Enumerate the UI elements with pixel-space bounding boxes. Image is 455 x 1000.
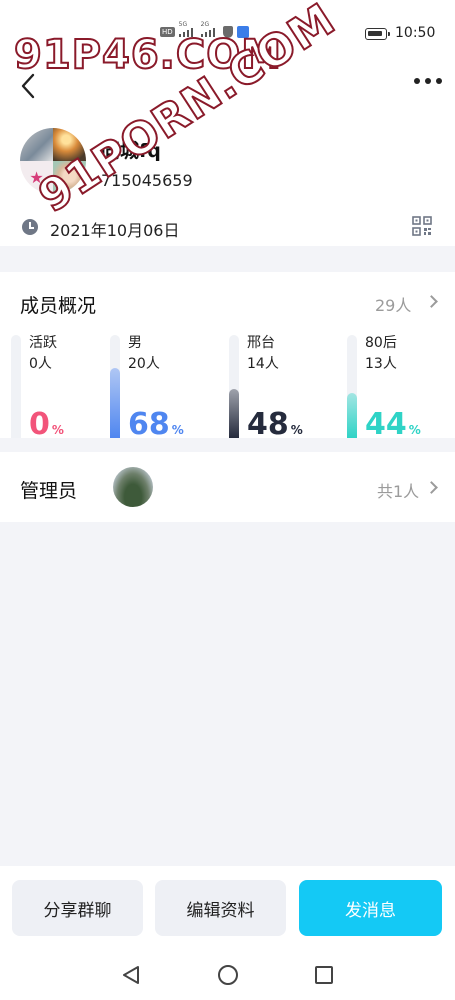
stat-label: 邢台: [247, 335, 275, 351]
edit-profile-button[interactable]: 编辑资料: [155, 880, 286, 936]
hd-indicator: HD: [160, 27, 175, 37]
network-2g-label: 2G: [200, 21, 210, 28]
status-time: 10:50: [395, 25, 436, 41]
group-profile-screen: HD 5G 2G 10:50 ★ 同城fq 715045659 2021年10月…: [0, 0, 455, 1000]
stat-percent: 44%: [365, 410, 421, 445]
stat-percent: 48%: [247, 410, 303, 445]
more-options-icon[interactable]: [414, 78, 444, 90]
percent-sign: %: [290, 423, 303, 437]
share-group-button[interactable]: 分享群聊: [12, 880, 143, 936]
stat-bar-fill: [229, 389, 239, 438]
stat-count: 14人: [247, 356, 279, 372]
group-id: 715045659: [101, 171, 193, 190]
stat-percent-value: 0: [29, 407, 50, 442]
admin-title: 管理员: [20, 480, 78, 502]
admin-count: 共1人: [377, 482, 420, 501]
stat-count: 13人: [365, 356, 397, 372]
created-date: 2021年10月06日: [50, 221, 180, 240]
stat-bar-track: [11, 335, 21, 438]
stat-percent: 0%: [29, 410, 64, 445]
back-arrow-icon[interactable]: [20, 72, 36, 100]
shield-icon: [222, 26, 233, 38]
app-notification-icon: [236, 26, 249, 38]
stat-label: 男: [128, 335, 142, 351]
stat-percent-value: 68: [128, 407, 170, 442]
stat-label: 80后: [365, 335, 397, 351]
admin-avatar: [113, 467, 153, 507]
battery-icon: [365, 28, 390, 40]
signal-2g-icon: 2G: [200, 21, 219, 37]
percent-sign: %: [408, 423, 421, 437]
send-message-button[interactable]: 发消息: [299, 880, 442, 936]
stat-bar-fill: [110, 368, 120, 438]
nav-home-icon[interactable]: [218, 965, 238, 985]
nav-recents-icon[interactable]: [315, 966, 333, 984]
members-total: 29人: [375, 296, 412, 315]
stat-count: 20人: [128, 356, 160, 372]
stat-label: 活跃: [29, 335, 57, 351]
percent-sign: %: [51, 423, 64, 437]
stat-count: 0人: [29, 356, 52, 372]
status-indicators: HD 5G 2G: [160, 21, 249, 38]
stat-percent: 68%: [128, 410, 184, 445]
clock-icon: [22, 219, 38, 235]
members-title: 成员概况: [20, 295, 97, 317]
network-5g-label: 5G: [178, 21, 188, 28]
signal-5g-icon: 5G: [178, 21, 197, 37]
percent-sign: %: [171, 423, 184, 437]
qr-code-icon[interactable]: [412, 216, 432, 236]
nav-back-icon[interactable]: [121, 965, 141, 985]
group-name: 同城fq: [101, 140, 161, 162]
stat-bar-fill: [347, 393, 357, 438]
stat-percent-value: 48: [247, 407, 289, 442]
stat-percent-value: 44: [365, 407, 407, 442]
status-bar: HD 5G 2G 10:50: [0, 0, 455, 64]
group-avatar: ★: [20, 128, 86, 194]
